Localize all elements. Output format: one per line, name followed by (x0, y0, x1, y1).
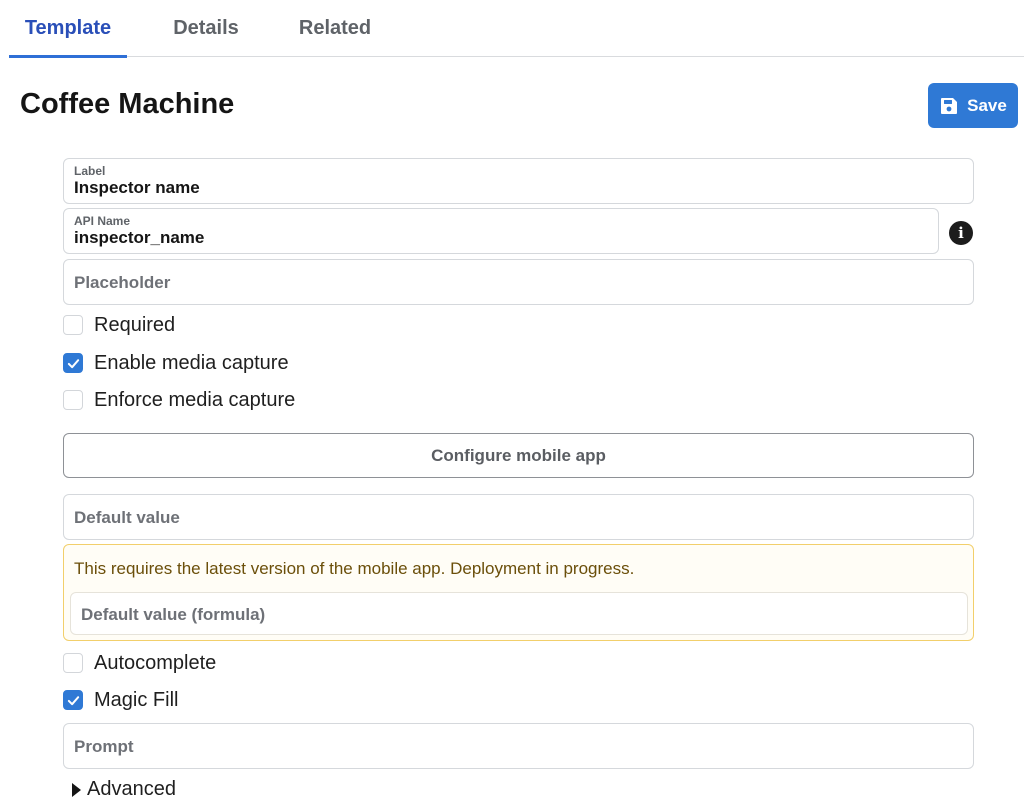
save-button-label: Save (967, 95, 1007, 115)
warning-text: This requires the latest version of the … (74, 559, 635, 578)
required-checkbox[interactable] (63, 315, 83, 335)
enable-media-capture-label: Enable media capture (94, 351, 289, 374)
prompt-placeholder: Prompt (74, 737, 134, 756)
enforce-media-capture-label: Enforce media capture (94, 388, 296, 411)
required-label: Required (94, 313, 176, 336)
magic-fill-label: Magic Fill (94, 688, 179, 711)
default-value-placeholder: Default value (74, 508, 180, 527)
caret-right-icon (72, 782, 81, 797)
tab-details[interactable]: Details (159, 0, 253, 57)
tab-related[interactable]: Related (287, 0, 383, 57)
enable-media-capture-row[interactable]: Enable media capture (63, 352, 289, 374)
save-icon (941, 97, 958, 114)
label-field[interactable]: Label Inspector name (63, 158, 974, 204)
magic-fill-checkbox[interactable] (63, 690, 83, 710)
default-value-field[interactable]: Default value (63, 494, 974, 540)
label-field-value: Inspector name (74, 178, 200, 197)
info-icon[interactable]: i (949, 221, 973, 245)
advanced-label: Advanced (87, 778, 176, 800)
api-name-field[interactable]: API Name inspector_name (63, 208, 939, 254)
magic-fill-row[interactable]: Magic Fill (63, 689, 178, 711)
required-checkbox-row[interactable]: Required (63, 314, 175, 336)
advanced-toggle[interactable]: Advanced (72, 778, 176, 801)
api-name-field-label: API Name (74, 214, 131, 228)
placeholder-field[interactable]: Placeholder (63, 259, 974, 305)
autocomplete-label: Autocomplete (94, 651, 217, 674)
label-field-label: Label (74, 164, 106, 178)
checkmark-icon (67, 358, 79, 368)
placeholder-field-placeholder: Placeholder (74, 273, 171, 292)
enable-media-capture-checkbox[interactable] (63, 353, 83, 373)
default-value-formula-field[interactable]: Default value (formula) (70, 592, 968, 635)
configure-mobile-app-button[interactable]: Configure mobile app (63, 433, 974, 478)
tab-template[interactable]: Template (9, 0, 127, 58)
autocomplete-row[interactable]: Autocomplete (63, 652, 216, 674)
enforce-media-capture-checkbox[interactable] (63, 390, 83, 410)
enforce-media-capture-row[interactable]: Enforce media capture (63, 389, 295, 411)
api-name-field-value: inspector_name (74, 228, 205, 247)
prompt-field[interactable]: Prompt (63, 723, 974, 769)
autocomplete-checkbox[interactable] (63, 653, 83, 673)
default-value-formula-placeholder: Default value (formula) (81, 605, 266, 624)
save-button[interactable]: Save (928, 83, 1018, 128)
checkmark-icon (67, 695, 79, 705)
page-title: Coffee Machine (20, 88, 235, 120)
warning-box: This requires the latest version of the … (63, 544, 974, 641)
tab-bar: Template Details Related (9, 0, 1024, 58)
